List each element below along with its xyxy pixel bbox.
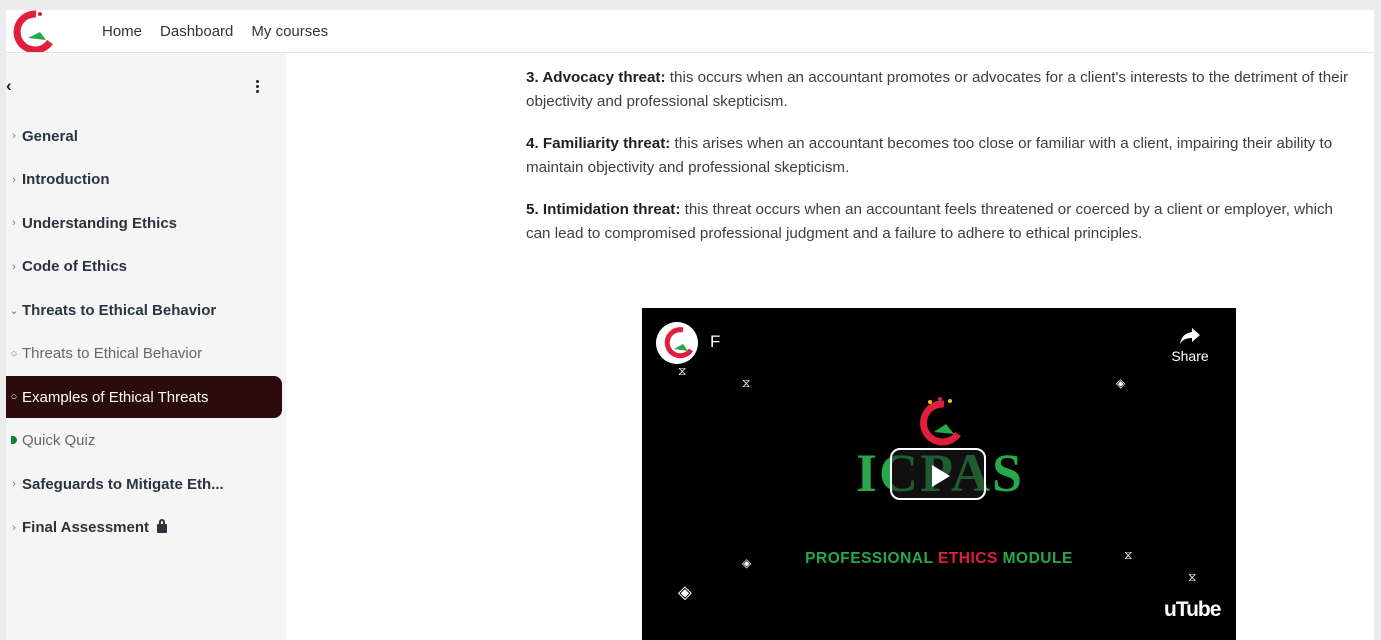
- paragraph-intimidation-threat: 5. Intimidation threat: this threat occu…: [526, 198, 1356, 246]
- chevron-right-icon: ›: [12, 521, 16, 534]
- decorative-diamond-icon: ◈: [1116, 376, 1126, 390]
- close-drawer-icon[interactable]: ‹: [6, 76, 12, 96]
- share-label: Share: [1171, 348, 1209, 364]
- share-icon: [1180, 328, 1200, 344]
- course-index-label: Code of Ethics: [22, 258, 128, 275]
- course-index-label: Understanding Ethics: [22, 214, 178, 232]
- video-title[interactable]: F: [710, 332, 720, 352]
- youtube-logo[interactable]: uTube: [1164, 598, 1221, 622]
- nav-my-courses-link[interactable]: My courses: [251, 23, 328, 40]
- term-familiarity-threat: 4. Familiarity threat:: [526, 135, 671, 152]
- course-section-item[interactable]: › Final Assessment: [6, 507, 282, 549]
- course-index-label: Threats to Ethical Behavior: [22, 301, 217, 319]
- site-logo[interactable]: [6, 10, 54, 52]
- decorative-hourglass-icon: ⧖: [742, 376, 751, 390]
- course-activity-item[interactable]: ○ Threats to Ethical Behavior: [6, 333, 282, 375]
- chevron-right-icon: ›: [12, 260, 16, 273]
- course-section-item[interactable]: › Safeguards to Mitigate Eth...: [6, 463, 282, 505]
- completion-status-icon: ○: [10, 391, 18, 403]
- decorative-hourglass-icon: ⧖: [1188, 570, 1197, 584]
- chevron-right-icon: ›: [12, 217, 16, 229]
- decorative-hourglass-icon: ⧖: [1124, 548, 1133, 562]
- completion-status-icon: [6, 435, 22, 447]
- more-options-icon[interactable]: [252, 78, 262, 98]
- chevron-right-icon: ›: [12, 173, 16, 186]
- page-content: 3. Advocacy threat: this occurs when an …: [526, 66, 1356, 264]
- course-index-label: General: [22, 127, 78, 145]
- youtube-video-embed[interactable]: F Share ICPAS PROFESSIONAL ETHICS MODULE…: [642, 308, 1236, 640]
- paragraph-advocacy-threat: 3. Advocacy threat: this occurs when an …: [526, 66, 1356, 114]
- term-intimidation-threat: 5. Intimidation threat:: [526, 201, 681, 218]
- module-title-part-1: PROFESSIONAL: [805, 550, 938, 567]
- play-button[interactable]: [890, 448, 986, 500]
- completion-status-icon: ○: [10, 347, 18, 360]
- chevron-down-icon: ⌄: [9, 304, 19, 317]
- top-navbar: Home Dashboard My courses: [6, 10, 1374, 53]
- course-index-drawer: ‹ › General › Introduction › Understanding Et…: [6, 54, 286, 640]
- nav-dashboard-link[interactable]: Dashboard: [160, 23, 233, 40]
- course-index-label: Safeguards to Mitigate Eth...: [22, 475, 224, 493]
- decorative-hourglass-icon: ⧖: [678, 364, 687, 378]
- course-section-item[interactable]: › Code of Ethics: [6, 246, 282, 288]
- decorative-diamond-icon: ◈: [678, 582, 692, 602]
- course-index-label: Introduction: [22, 171, 110, 188]
- module-title-part-3: MODULE: [997, 550, 1073, 567]
- nav-home-link[interactable]: Home: [102, 23, 142, 40]
- browser-viewport: Home Dashboard My courses ‹ › General › Int…: [6, 10, 1374, 640]
- course-index-label: Examples of Ethical Threats: [22, 388, 209, 406]
- video-logo-mark: [920, 397, 961, 446]
- course-index-label: Quick Quiz: [22, 432, 96, 449]
- chevron-right-icon: ›: [12, 478, 16, 490]
- course-index-label: Threats to Ethical Behavior: [22, 345, 203, 362]
- share-button[interactable]: Share: [1168, 326, 1212, 364]
- course-section-item[interactable]: › Introduction: [6, 159, 282, 201]
- primary-navigation: Home Dashboard My courses: [102, 10, 328, 53]
- term-advocacy-threat: 3. Advocacy threat:: [526, 69, 666, 86]
- course-section-item[interactable]: › Understanding Ethics: [6, 202, 282, 244]
- module-title: PROFESSIONAL ETHICS MODULE: [642, 550, 1236, 568]
- course-index-label: Final Assessment: [22, 519, 149, 536]
- course-section-item[interactable]: › General: [6, 115, 282, 157]
- decorative-diamond-icon: ◈: [742, 556, 752, 570]
- course-activity-item[interactable]: Quick Quiz: [6, 420, 282, 462]
- chevron-right-icon: ›: [12, 130, 16, 142]
- module-title-part-2: ETHICS: [938, 550, 998, 567]
- paragraph-familiarity-threat: 4. Familiarity threat: this arises when …: [526, 132, 1356, 180]
- channel-avatar[interactable]: [656, 322, 698, 364]
- course-activity-item[interactable]: ○ Examples of Ethical Threats: [6, 376, 282, 418]
- lock-icon: [157, 519, 167, 533]
- course-section-item[interactable]: ⌄ Threats to Ethical Behavior: [6, 289, 282, 331]
- drawer-header: ‹: [6, 76, 286, 100]
